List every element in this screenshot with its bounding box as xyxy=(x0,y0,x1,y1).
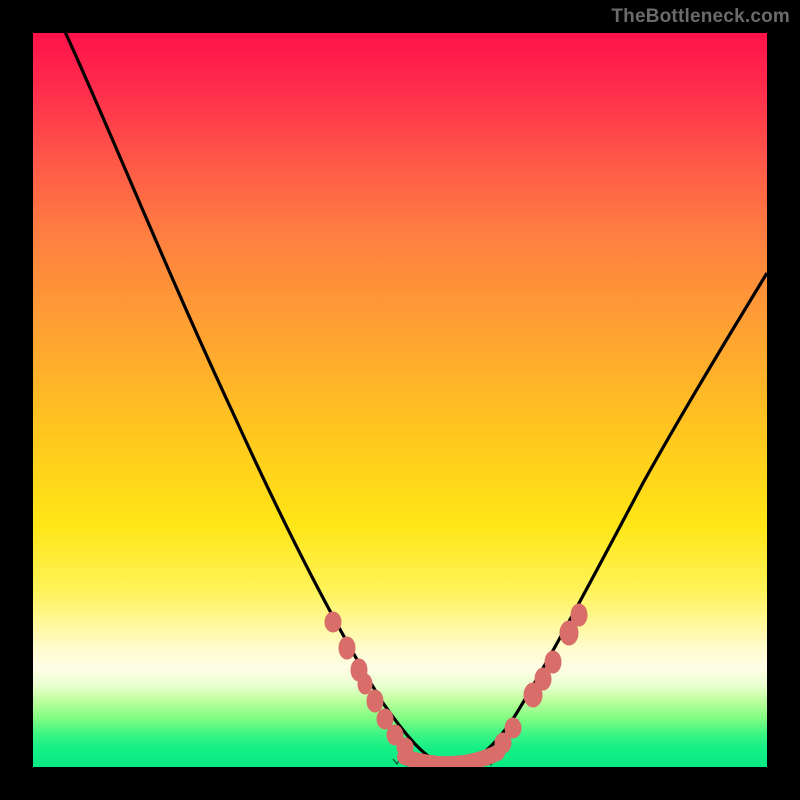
highlight-dots-left xyxy=(325,612,413,756)
bottleneck-curve xyxy=(61,33,767,765)
highlight-dots-right xyxy=(495,604,587,753)
bottleneck-curve-svg xyxy=(33,33,767,767)
plot-area xyxy=(33,33,767,767)
watermark-text: TheBottleneck.com xyxy=(611,6,790,28)
highlight-valley-segment xyxy=(405,753,497,764)
chart-frame: TheBottleneck.com xyxy=(0,0,800,800)
